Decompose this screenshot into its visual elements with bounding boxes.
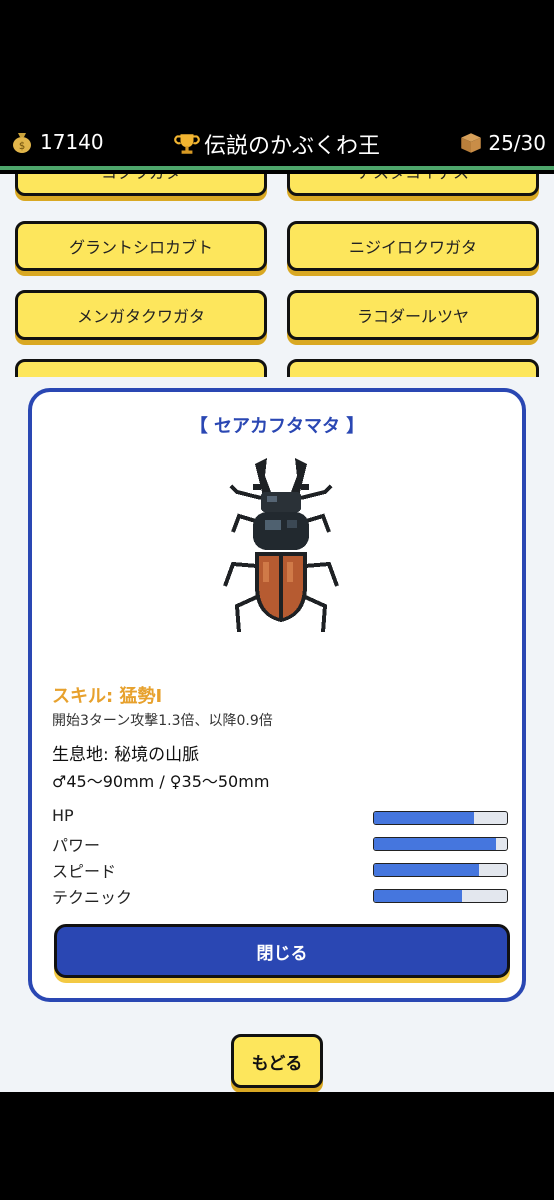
stat-row-power: パワー [52, 832, 508, 855]
capacity-text: 25/30 [488, 131, 546, 155]
beetle-button[interactable]: メンガタクワガタ [15, 290, 267, 340]
stat-bar [373, 863, 508, 877]
size-range-text: ♂45〜90mm / ♀35〜50mm [52, 772, 270, 791]
skill-description: 開始3ターン攻撃1.3倍、以降0.9倍 [52, 713, 273, 729]
beetle-button-label: グラントシロカブト [68, 238, 213, 257]
beetle-button[interactable]: グラントシロカブト [15, 221, 267, 271]
beetle-button[interactable]: コクワガタ [15, 174, 267, 196]
stat-bar-fill [374, 812, 474, 824]
beetle-button-label: アスタコイデス [357, 174, 469, 183]
stat-label: テクニック [52, 888, 133, 907]
box-capacity: 25/30 [458, 130, 546, 156]
beetle-name: 【 セアカフタマタ 】 [189, 416, 365, 437]
beetle-button-label: メンガタクワガタ [76, 307, 205, 326]
stat-bar-fill [374, 890, 462, 902]
beetle-button-label: コクワガタ [101, 174, 181, 183]
beetle-button-label: ニジイロクワガタ [348, 238, 477, 257]
stat-bar-fill [374, 838, 497, 850]
back-button[interactable]: もどる [231, 1034, 323, 1088]
stat-bar [373, 889, 508, 903]
top-bar: $ 17140 伝説のかぶくわ王 25/30 [0, 118, 554, 170]
skill-name: スキル: 猛勢Ⅰ [52, 686, 163, 707]
beetle-sprite-icon [223, 458, 339, 633]
stat-label: HP [52, 806, 74, 825]
beetle-button-label: ラコダールツヤ [356, 307, 469, 326]
stat-row-speed: スピード [52, 858, 508, 881]
stat-bar [373, 837, 508, 851]
stat-bar-fill [374, 864, 480, 876]
beetle-button[interactable]: アスタコイデス [287, 174, 539, 196]
navigation-bar [0, 1092, 554, 1200]
trophy-icon [174, 134, 200, 154]
close-button[interactable]: 閉じる [54, 924, 510, 978]
beetle-button[interactable]: ニジイロクワガタ [287, 221, 539, 271]
status-bar [0, 0, 554, 118]
beetle-list[interactable]: コクワガタ アスタコイデス グラントシロカブト ニジイロクワガタ メンガタクワガ… [0, 174, 554, 377]
stat-label: スピード [52, 862, 117, 881]
stat-row-hp: HP [52, 806, 508, 828]
beetle-button[interactable] [15, 359, 267, 377]
beetle-detail-modal: 【 セアカフタマタ 】 スキル: 猛勢Ⅰ 開始3ターン攻撃1.3倍、以降0.9倍… [28, 388, 526, 1002]
beetle-button[interactable] [287, 359, 539, 377]
app-screen: $ 17140 伝説のかぶくわ王 25/30 コクワガタ アスタコイデス グラン [0, 0, 554, 1200]
box-icon [461, 133, 482, 153]
habitat-text: 生息地: 秘境の山脈 [52, 745, 200, 765]
stat-label: パワー [52, 836, 101, 855]
stat-row-technique: テクニック [52, 884, 508, 907]
stat-bar [373, 811, 508, 825]
beetle-button[interactable]: ラコダールツヤ [287, 290, 539, 340]
game-title-text: 伝説のかぶくわ王 [203, 134, 380, 159]
